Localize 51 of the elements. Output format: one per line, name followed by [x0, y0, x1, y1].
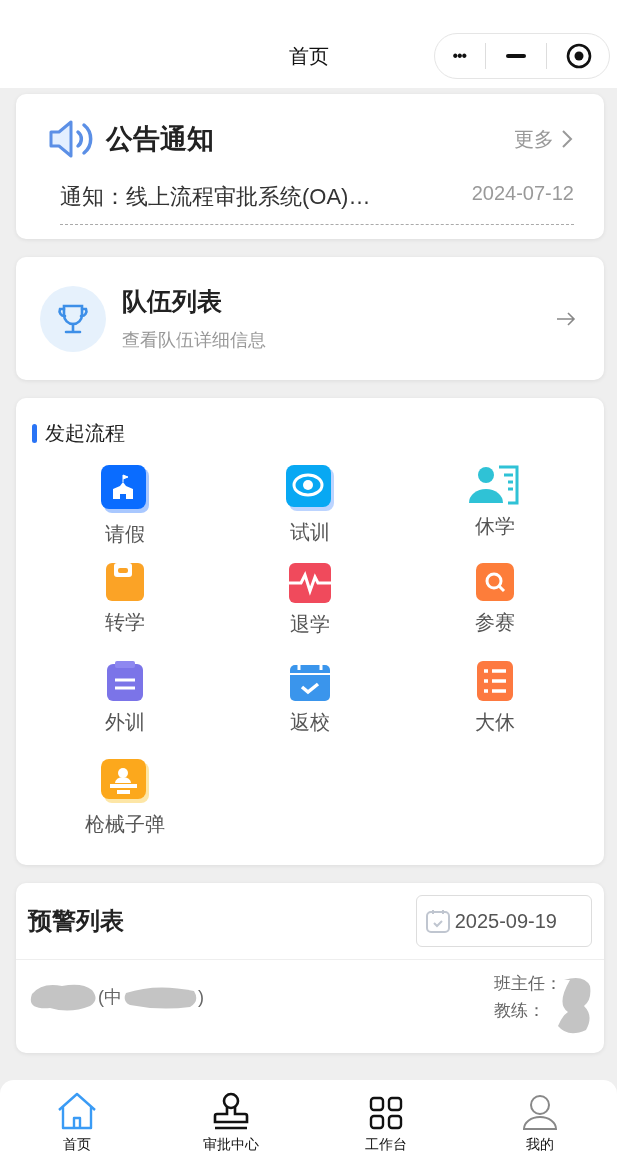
tab-item[interactable]: 审批中心 [154, 1080, 309, 1164]
process-label[interactable]: 大休 [475, 709, 516, 736]
document-icon[interactable] [105, 563, 144, 601]
clipboard-icon[interactable] [106, 661, 143, 701]
tab-item[interactable]: 工作台 [308, 1080, 463, 1164]
tab-item[interactable]: 首页 [0, 1080, 155, 1164]
class-text: (中 [98, 986, 122, 1009]
process-label[interactable]: 枪械子弹 [84, 811, 165, 838]
home-icon [57, 1092, 98, 1130]
notice-item[interactable]: 通知：线上流程审批系统(OA)… [60, 182, 371, 212]
grid-icon [368, 1096, 403, 1130]
coach-label: 教练： [494, 1000, 546, 1022]
minimize-icon[interactable] [504, 53, 527, 59]
calendar-icon [424, 908, 451, 934]
tab-item[interactable]: 我的 [462, 1080, 617, 1164]
arrow-right-icon [556, 310, 576, 327]
page-title: 首页 [288, 44, 329, 69]
team-card[interactable]: 队伍列表 查看队伍详细信息 [16, 257, 604, 380]
process-label[interactable]: 休学 [475, 513, 516, 540]
user-icon [521, 1094, 558, 1130]
trophy-icon [40, 285, 106, 352]
notice-date: 2024-07-12 [471, 182, 574, 206]
close-icon[interactable] [565, 43, 592, 69]
process-label[interactable]: 外训 [104, 709, 145, 736]
process-label[interactable]: 试训 [290, 519, 330, 546]
pulse-icon[interactable] [289, 563, 331, 603]
chevron-right-icon [560, 129, 574, 149]
process-label[interactable]: 返校 [290, 709, 330, 736]
eye-icon[interactable] [286, 465, 334, 511]
accent-bar [32, 424, 37, 443]
process-label[interactable]: 请假 [104, 521, 145, 548]
more-button[interactable]: ••• [452, 47, 467, 65]
head-teacher-label: 班主任： [494, 973, 562, 995]
warning-title: 预警列表 [28, 906, 124, 936]
process-label[interactable]: 参赛 [475, 609, 516, 636]
school-icon[interactable] [100, 465, 149, 513]
redaction-blur [28, 982, 98, 1012]
lecturer-icon[interactable] [100, 759, 149, 803]
stamp-icon [213, 1092, 250, 1130]
team-subtitle: 查看队伍详细信息 [122, 329, 267, 352]
redaction-blur [556, 976, 592, 1036]
team-title: 队伍列表 [122, 286, 223, 317]
class-text: ) [198, 986, 204, 1008]
list-icon[interactable] [477, 661, 514, 701]
person-card-icon[interactable] [469, 465, 522, 505]
section-title: 发起流程 [45, 421, 125, 446]
date-picker[interactable]: 2025-09-19 [415, 895, 592, 947]
search-icon[interactable] [476, 563, 515, 601]
notice-title: 公告通知 [106, 123, 215, 156]
process-label[interactable]: 退学 [290, 611, 330, 638]
process-label[interactable]: 转学 [104, 609, 145, 636]
